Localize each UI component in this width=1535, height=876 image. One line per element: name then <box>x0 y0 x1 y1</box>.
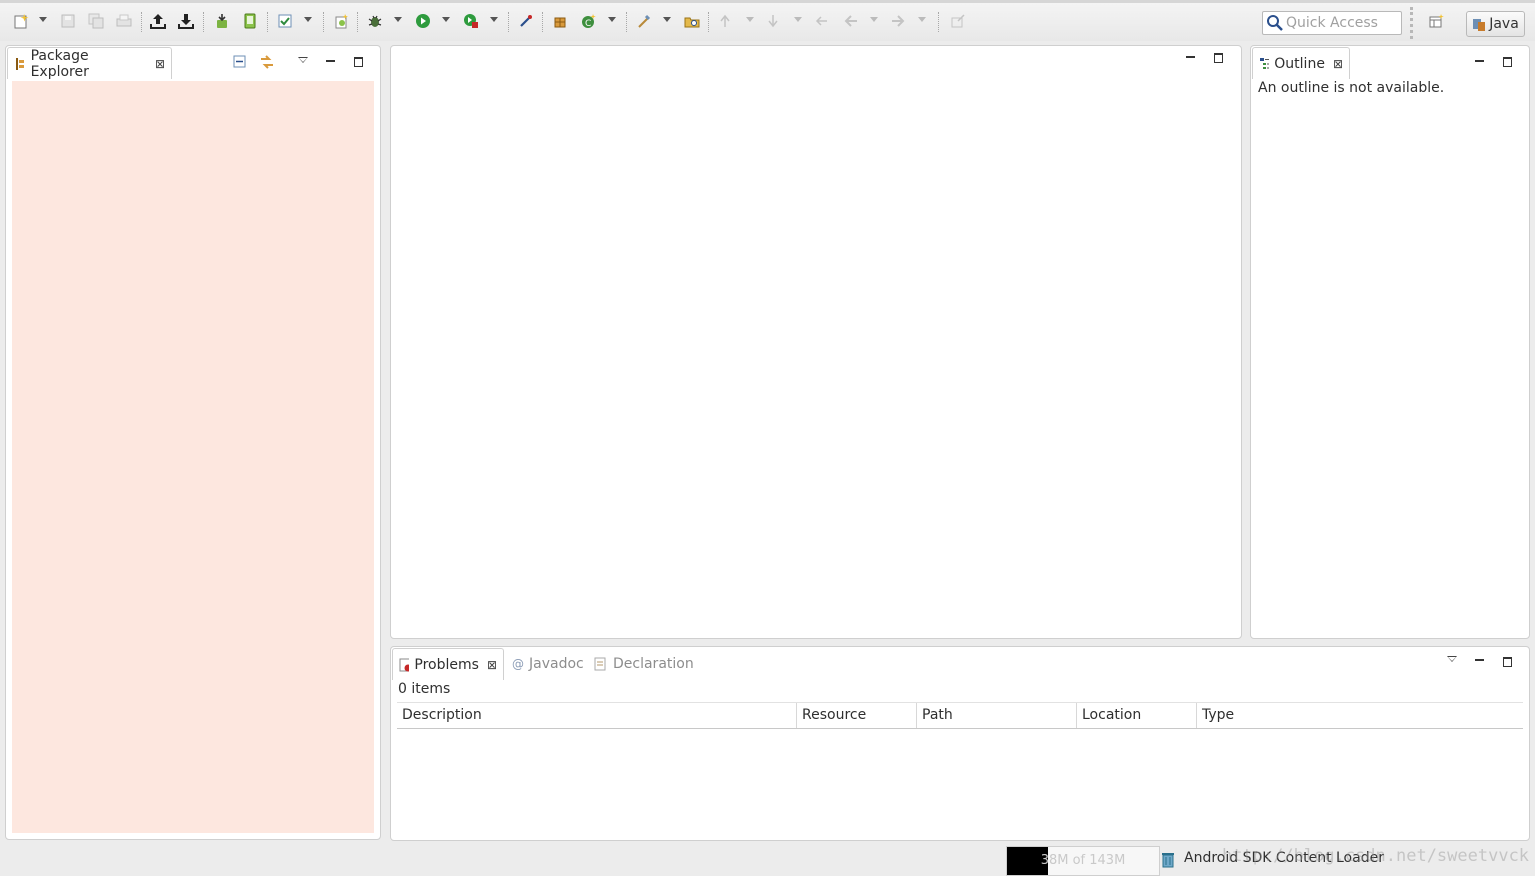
forward-dropdown-arrow[interactable] <box>918 17 926 22</box>
tab-label: Package Explorer <box>30 47 89 80</box>
android-sdk-manager-icon[interactable] <box>211 11 233 31</box>
quick-access-input[interactable] <box>1286 15 1398 31</box>
main-toolbar: C Quick Access Java <box>0 0 1535 41</box>
editor-area[interactable] <box>390 45 1242 639</box>
editor-minimize-icon[interactable] <box>1184 51 1196 63</box>
new-java-package-icon[interactable] <box>549 11 571 31</box>
outline-maximize-icon[interactable] <box>1501 56 1513 68</box>
java-perspective-icon <box>1473 19 1486 31</box>
table-header-row: Description Resource Path Location Type <box>397 702 1523 729</box>
import-icon[interactable] <box>175 11 197 31</box>
coverage-icon[interactable] <box>460 11 482 31</box>
heap-status[interactable]: 38M of 143M <box>1006 846 1160 876</box>
column-location[interactable]: Location <box>1077 703 1197 728</box>
tab-label: Problems <box>414 656 479 673</box>
tab-label: Declaration <box>613 656 694 672</box>
problems-item-count: 0 items <box>398 681 451 697</box>
open-task-icon[interactable] <box>633 11 655 31</box>
last-edit-location-icon[interactable] <box>811 11 833 31</box>
coverage-dropdown-arrow[interactable] <box>490 17 498 22</box>
view-menu-icon[interactable] <box>298 57 308 63</box>
problems-maximize-icon[interactable] <box>1501 656 1513 668</box>
print-icon[interactable] <box>113 11 135 31</box>
java-perspective-button[interactable]: Java <box>1466 11 1525 37</box>
package-explorer-tree[interactable] <box>12 81 374 833</box>
android-lint-icon[interactable] <box>274 11 296 31</box>
tab-problems[interactable]: Problems ⊠ <box>392 648 504 680</box>
new-class-dropdown-arrow[interactable] <box>608 17 616 22</box>
package-explorer-icon <box>16 57 24 70</box>
search-icon <box>1267 15 1283 31</box>
close-icon[interactable]: ⊠ <box>155 57 165 71</box>
column-resource[interactable]: Resource <box>797 703 917 728</box>
tab-declaration[interactable]: Declaration <box>588 648 700 680</box>
pin-editor-icon[interactable] <box>947 11 969 31</box>
new-file-icon[interactable] <box>10 11 32 31</box>
tab-package-explorer[interactable]: Package Explorer ⊠ <box>7 47 172 80</box>
tab-outline[interactable]: Outline ⊠ <box>1252 47 1350 79</box>
export-icon[interactable] <box>147 11 169 31</box>
open-task-dropdown-arrow[interactable] <box>663 17 671 22</box>
quick-access-field[interactable] <box>1262 11 1402 35</box>
problems-icon <box>399 658 410 671</box>
new-java-class-icon[interactable]: C <box>577 11 599 31</box>
view-menu-icon[interactable] <box>1447 656 1457 662</box>
column-type[interactable]: Type <box>1197 703 1523 728</box>
save-icon[interactable] <box>57 11 79 31</box>
next-annotation-dropdown-arrow[interactable] <box>746 17 754 22</box>
problems-minimize-icon[interactable] <box>1473 654 1485 666</box>
open-perspective-icon[interactable] <box>1425 11 1447 31</box>
tab-label: Outline <box>1274 55 1325 72</box>
perspective-label: Java <box>1489 16 1519 32</box>
declaration-icon <box>594 657 606 671</box>
lint-dropdown-arrow[interactable] <box>304 17 312 22</box>
android-avd-manager-icon[interactable] <box>239 11 261 31</box>
column-description[interactable]: Description <box>397 703 797 728</box>
save-all-icon[interactable] <box>85 11 107 31</box>
back-dropdown-arrow[interactable] <box>870 17 878 22</box>
watermark: http://blog.csdn.net/sweetvvck <box>1222 846 1530 866</box>
outline-icon <box>1260 57 1270 69</box>
editor-maximize-icon[interactable] <box>1212 52 1224 64</box>
close-icon[interactable]: ⊠ <box>487 658 497 672</box>
collapse-all-icon[interactable] <box>229 52 251 72</box>
run-dropdown-arrow[interactable] <box>442 17 450 22</box>
heap-label: 38M of 143M <box>1040 853 1126 868</box>
svg-text:C: C <box>585 19 591 29</box>
next-annotation-icon[interactable] <box>714 11 736 31</box>
previous-annotation-dropdown-arrow[interactable] <box>794 17 802 22</box>
outline-panel <box>1250 45 1530 639</box>
column-path[interactable]: Path <box>917 703 1077 728</box>
open-type-icon[interactable] <box>681 11 703 31</box>
debug-icon[interactable] <box>364 11 386 31</box>
close-icon[interactable]: ⊠ <box>1333 57 1343 71</box>
maximize-icon[interactable] <box>352 56 364 68</box>
minimize-icon[interactable] <box>324 55 336 67</box>
outline-message: An outline is not available. <box>1258 80 1445 96</box>
new-dropdown-arrow[interactable] <box>39 17 47 22</box>
link-with-editor-icon[interactable] <box>256 52 278 72</box>
tab-label: Javadoc <box>529 656 584 672</box>
forward-icon[interactable] <box>887 11 909 31</box>
outline-minimize-icon[interactable] <box>1473 55 1485 67</box>
previous-annotation-icon[interactable] <box>762 11 784 31</box>
run-icon[interactable] <box>412 11 434 31</box>
problems-table[interactable]: Description Resource Path Location Type <box>397 702 1523 729</box>
debug-dropdown-arrow[interactable] <box>394 17 402 22</box>
back-icon[interactable] <box>840 11 862 31</box>
new-android-project-icon[interactable] <box>330 11 352 31</box>
external-tools-icon[interactable] <box>515 11 537 31</box>
tab-javadoc[interactable]: @ Javadoc <box>506 648 590 680</box>
javadoc-icon: @ <box>512 657 524 671</box>
trash-icon[interactable] <box>1160 850 1176 870</box>
